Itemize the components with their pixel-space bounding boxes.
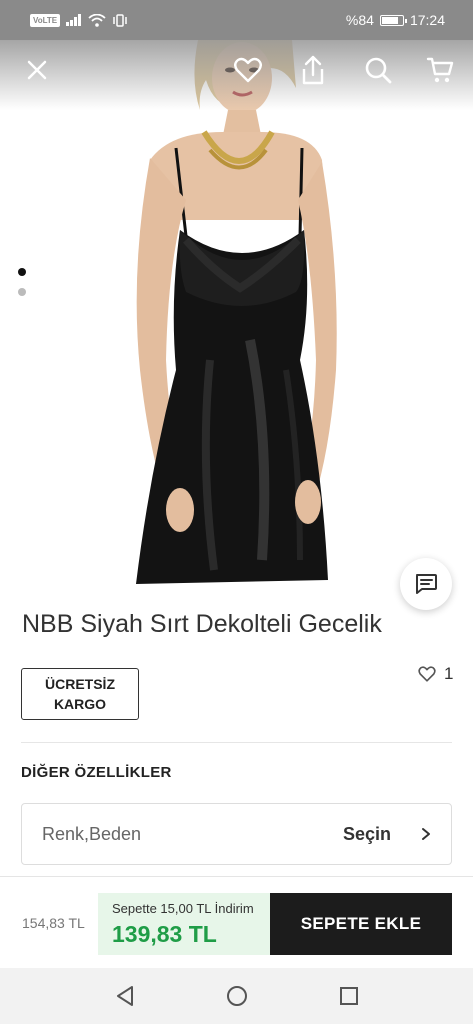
favorite-count[interactable]: 1 bbox=[418, 664, 453, 684]
product-photo bbox=[136, 40, 337, 584]
product-title: NBB Siyah Sırt Dekolteli Gecelik bbox=[22, 610, 382, 638]
back-triangle-icon bbox=[116, 986, 133, 1006]
free-shipping-badge: ÜCRETSİZ KARGO bbox=[21, 668, 139, 720]
chevron-right-icon bbox=[422, 828, 430, 840]
clock: 17:24 bbox=[409, 12, 445, 28]
variant-label: Renk,Beden bbox=[42, 823, 142, 844]
share-icon bbox=[302, 55, 324, 85]
status-right: %84 17:24 bbox=[346, 12, 445, 28]
cart-icon bbox=[426, 57, 454, 83]
search-button[interactable] bbox=[358, 50, 398, 90]
share-button[interactable] bbox=[293, 50, 333, 90]
old-price: 154,83 TL bbox=[22, 915, 85, 931]
status-left: VoLTE bbox=[30, 13, 128, 27]
discount-box: Sepette 15,00 TL İndirim 139,83 TL bbox=[98, 893, 270, 955]
gallery-pagination bbox=[18, 268, 26, 296]
system-nav-bar bbox=[0, 968, 473, 1024]
variant-choose-text: Seçin bbox=[342, 823, 391, 844]
favorite-count-value: 1 bbox=[444, 664, 454, 683]
divider bbox=[21, 742, 452, 743]
heart-icon bbox=[234, 57, 262, 83]
add-to-cart-button[interactable]: SEPETE EKLE bbox=[270, 893, 452, 955]
favorite-button[interactable] bbox=[228, 50, 268, 90]
variant-selector[interactable]: Renk,Beden Seçin bbox=[21, 803, 452, 865]
home-button[interactable] bbox=[217, 976, 257, 1016]
status-bar: VoLTE %84 17:24 bbox=[0, 0, 473, 40]
volte-icon: VoLTE bbox=[30, 13, 61, 27]
cart-button[interactable] bbox=[420, 50, 460, 90]
battery-percent: %84 bbox=[345, 12, 374, 28]
discounted-price: 139,83 TL bbox=[112, 921, 217, 947]
section-title-other-features: DİĞER ÖZELLİKLER bbox=[21, 764, 172, 781]
battery-fill bbox=[381, 16, 398, 24]
signal-icon bbox=[66, 14, 82, 26]
purchase-bar: 154,83 TL Sepette 15,00 TL İndirim 139,8… bbox=[0, 876, 473, 968]
pagination-dot-2[interactable] bbox=[18, 288, 26, 296]
close-icon bbox=[27, 60, 47, 80]
chat-button[interactable] bbox=[400, 558, 452, 610]
recents-square-icon bbox=[339, 987, 358, 1005]
pagination-dot-1[interactable] bbox=[18, 268, 26, 276]
wifi-icon bbox=[88, 13, 106, 27]
top-toolbar bbox=[0, 50, 473, 96]
discount-text: Sepette 15,00 TL İndirim bbox=[112, 901, 254, 916]
search-icon bbox=[365, 57, 392, 84]
vibrate-icon bbox=[113, 13, 127, 27]
product-image[interactable] bbox=[0, 40, 473, 595]
close-button[interactable] bbox=[17, 50, 57, 90]
home-circle-icon bbox=[226, 986, 247, 1006]
battery-icon bbox=[379, 14, 407, 26]
back-button[interactable] bbox=[105, 976, 145, 1016]
recents-button[interactable] bbox=[329, 976, 369, 1016]
heart-outline-icon bbox=[418, 666, 436, 682]
chat-icon bbox=[416, 574, 437, 594]
